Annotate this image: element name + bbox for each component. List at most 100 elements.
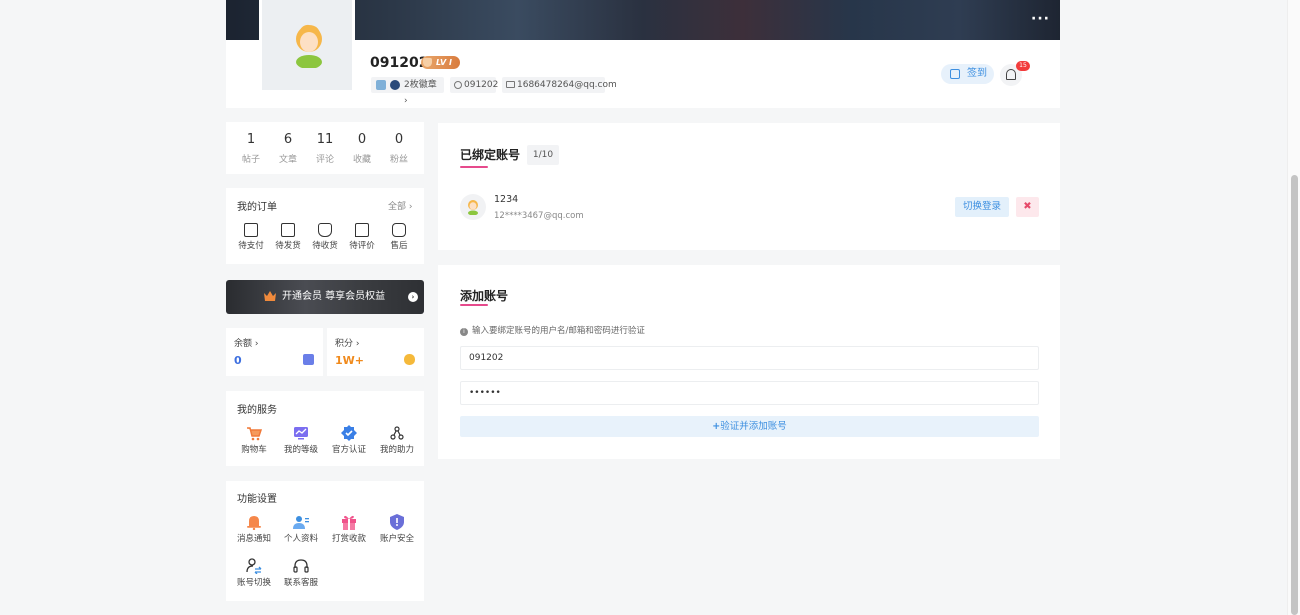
- verify-add-button[interactable]: +验证并添加账号: [460, 416, 1039, 437]
- service-cart[interactable]: 购物车: [232, 425, 276, 455]
- setting-switch-account[interactable]: 账号切换: [232, 558, 276, 588]
- setting-security[interactable]: 账户安全: [375, 514, 419, 544]
- service-share[interactable]: 我的助力: [375, 425, 419, 455]
- user-icon: [454, 81, 462, 89]
- settings-card: 功能设置 消息通知 个人资料 打赏收款 账户安全 账号切换 联系客服: [226, 481, 424, 601]
- mail-icon: [506, 81, 515, 88]
- stat-comments[interactable]: 11 评论: [307, 122, 343, 165]
- level-icon: [294, 427, 308, 440]
- order-after-sales[interactable]: 售后: [377, 223, 421, 251]
- cart-icon: [247, 427, 262, 441]
- settings-title: 功能设置: [237, 494, 277, 505]
- switch-login-button[interactable]: 切换登录: [955, 197, 1009, 217]
- stat-label: 评论: [315, 155, 334, 165]
- username-input[interactable]: 091202: [460, 346, 1039, 370]
- signin-label: 签到: [967, 68, 987, 79]
- add-account-hint: i 输入要绑定账号的用户名/邮箱和密码进行验证: [460, 324, 645, 336]
- medal-icon: [390, 80, 400, 90]
- username: 091202: [370, 55, 429, 71]
- crown-icon: [264, 291, 276, 301]
- stat-posts[interactable]: 1 帖子: [233, 122, 269, 165]
- delete-account-button[interactable]: ✖: [1016, 197, 1039, 217]
- level-shield-icon: [423, 58, 432, 67]
- service-label: 我的等级: [283, 445, 318, 455]
- setting-label: 账号切换: [236, 578, 271, 588]
- email-text: 1686478264@qq.com: [517, 80, 617, 90]
- verify-add-label: 验证并添加账号: [720, 421, 787, 432]
- page-scrollbar[interactable]: [1287, 0, 1300, 615]
- account-email: 12****3467@qq.com: [494, 211, 584, 221]
- stat-label: 文章: [278, 155, 297, 165]
- services-card: 我的服务 购物车 我的等级 官方认证 我的助力: [226, 391, 424, 466]
- balance-label: 余额 ›: [234, 339, 259, 349]
- stat-fans[interactable]: 0 粉丝: [381, 122, 417, 165]
- bound-count-badge: 1/10: [527, 145, 559, 165]
- headset-icon: [293, 559, 309, 573]
- bound-accounts-card: 已绑定账号 1/10 1234 12****3467@qq.com 切换登录 ✖: [438, 123, 1060, 250]
- setting-support[interactable]: 联系客服: [279, 558, 323, 588]
- bell-icon: [247, 516, 261, 530]
- avatar-face-icon: [296, 24, 322, 68]
- balance-value: 0: [234, 354, 242, 367]
- stat-label: 帖子: [241, 155, 260, 165]
- setting-label: 联系客服: [283, 578, 318, 588]
- notification-badge: 15: [1016, 61, 1030, 71]
- account-avatar: [460, 194, 486, 220]
- shield-icon: [390, 514, 404, 530]
- more-options-button[interactable]: ···: [1031, 11, 1050, 27]
- scrollbar-thumb[interactable]: [1291, 175, 1298, 615]
- bound-accounts-title: 已绑定账号: [460, 148, 521, 162]
- service-level[interactable]: 我的等级: [279, 425, 323, 455]
- stat-value: 0: [394, 132, 404, 147]
- setting-tips[interactable]: 打赏收款: [327, 514, 371, 544]
- service-label: 官方认证: [331, 445, 366, 455]
- stat-label: 收藏: [352, 155, 371, 165]
- service-verified[interactable]: 官方认证: [327, 425, 371, 455]
- password-input[interactable]: ••••••: [460, 381, 1039, 405]
- title-underline: [460, 166, 488, 168]
- medals-text: 2枚徽章: [404, 80, 437, 90]
- yuan-icon: [303, 354, 314, 365]
- setting-profile[interactable]: 个人资料: [279, 514, 323, 544]
- level-badge: LV I: [421, 56, 460, 69]
- user-id-tag: 091202: [450, 77, 499, 93]
- stats-card: 1 帖子 6 文章 11 评论 0 收藏 0 粉丝: [226, 122, 424, 174]
- avatar-face-icon: [468, 200, 478, 215]
- points-card[interactable]: 积分 › 1W+: [327, 328, 424, 376]
- medals-tag[interactable]: 2枚徽章 ›: [371, 77, 444, 106]
- vip-banner[interactable]: 开通会员 尊享会员权益 ›: [226, 280, 424, 314]
- calendar-icon: [950, 69, 960, 79]
- truck-icon: [318, 223, 332, 237]
- setting-label: 打赏收款: [331, 534, 366, 544]
- account-name: 1234: [494, 194, 519, 205]
- stat-articles[interactable]: 6 文章: [270, 122, 306, 165]
- gift-icon: [342, 515, 356, 530]
- orders-all-link[interactable]: 全部 ›: [388, 199, 412, 212]
- stat-value: 11: [316, 132, 334, 147]
- service-label: 购物车: [241, 445, 267, 455]
- hint-text: 输入要绑定账号的用户名/邮箱和密码进行验证: [472, 326, 645, 336]
- add-account-title: 添加账号: [460, 289, 509, 303]
- stat-value: 6: [283, 132, 293, 147]
- coins-icon: [404, 354, 415, 365]
- setting-notifications[interactable]: 消息通知: [232, 514, 276, 544]
- user-id-text: 091202: [464, 80, 499, 90]
- balance-card[interactable]: 余额 › 0: [226, 328, 323, 376]
- avatar[interactable]: [259, 0, 355, 93]
- setting-label: 消息通知: [236, 534, 271, 544]
- vip-label: 开通会员 尊享会员权益: [282, 291, 386, 302]
- orders-all-label: 全部: [388, 202, 407, 212]
- stat-label: 粉丝: [389, 155, 408, 165]
- points-label: 积分 ›: [335, 339, 360, 349]
- stat-favorites[interactable]: 0 收藏: [344, 122, 380, 165]
- switch-user-icon: [246, 558, 262, 574]
- orders-title: 我的订单: [237, 202, 277, 213]
- services-title: 我的服务: [237, 405, 277, 416]
- order-label: 售后: [390, 241, 408, 251]
- add-account-card: 添加账号 i 输入要绑定账号的用户名/邮箱和密码进行验证 091202 •••••…: [438, 265, 1060, 459]
- service-label: 我的助力: [379, 445, 414, 455]
- signin-button[interactable]: 签到: [941, 64, 994, 84]
- points-label-text: 积分: [335, 339, 354, 349]
- profile-icon: [293, 516, 309, 529]
- info-icon: i: [460, 328, 468, 336]
